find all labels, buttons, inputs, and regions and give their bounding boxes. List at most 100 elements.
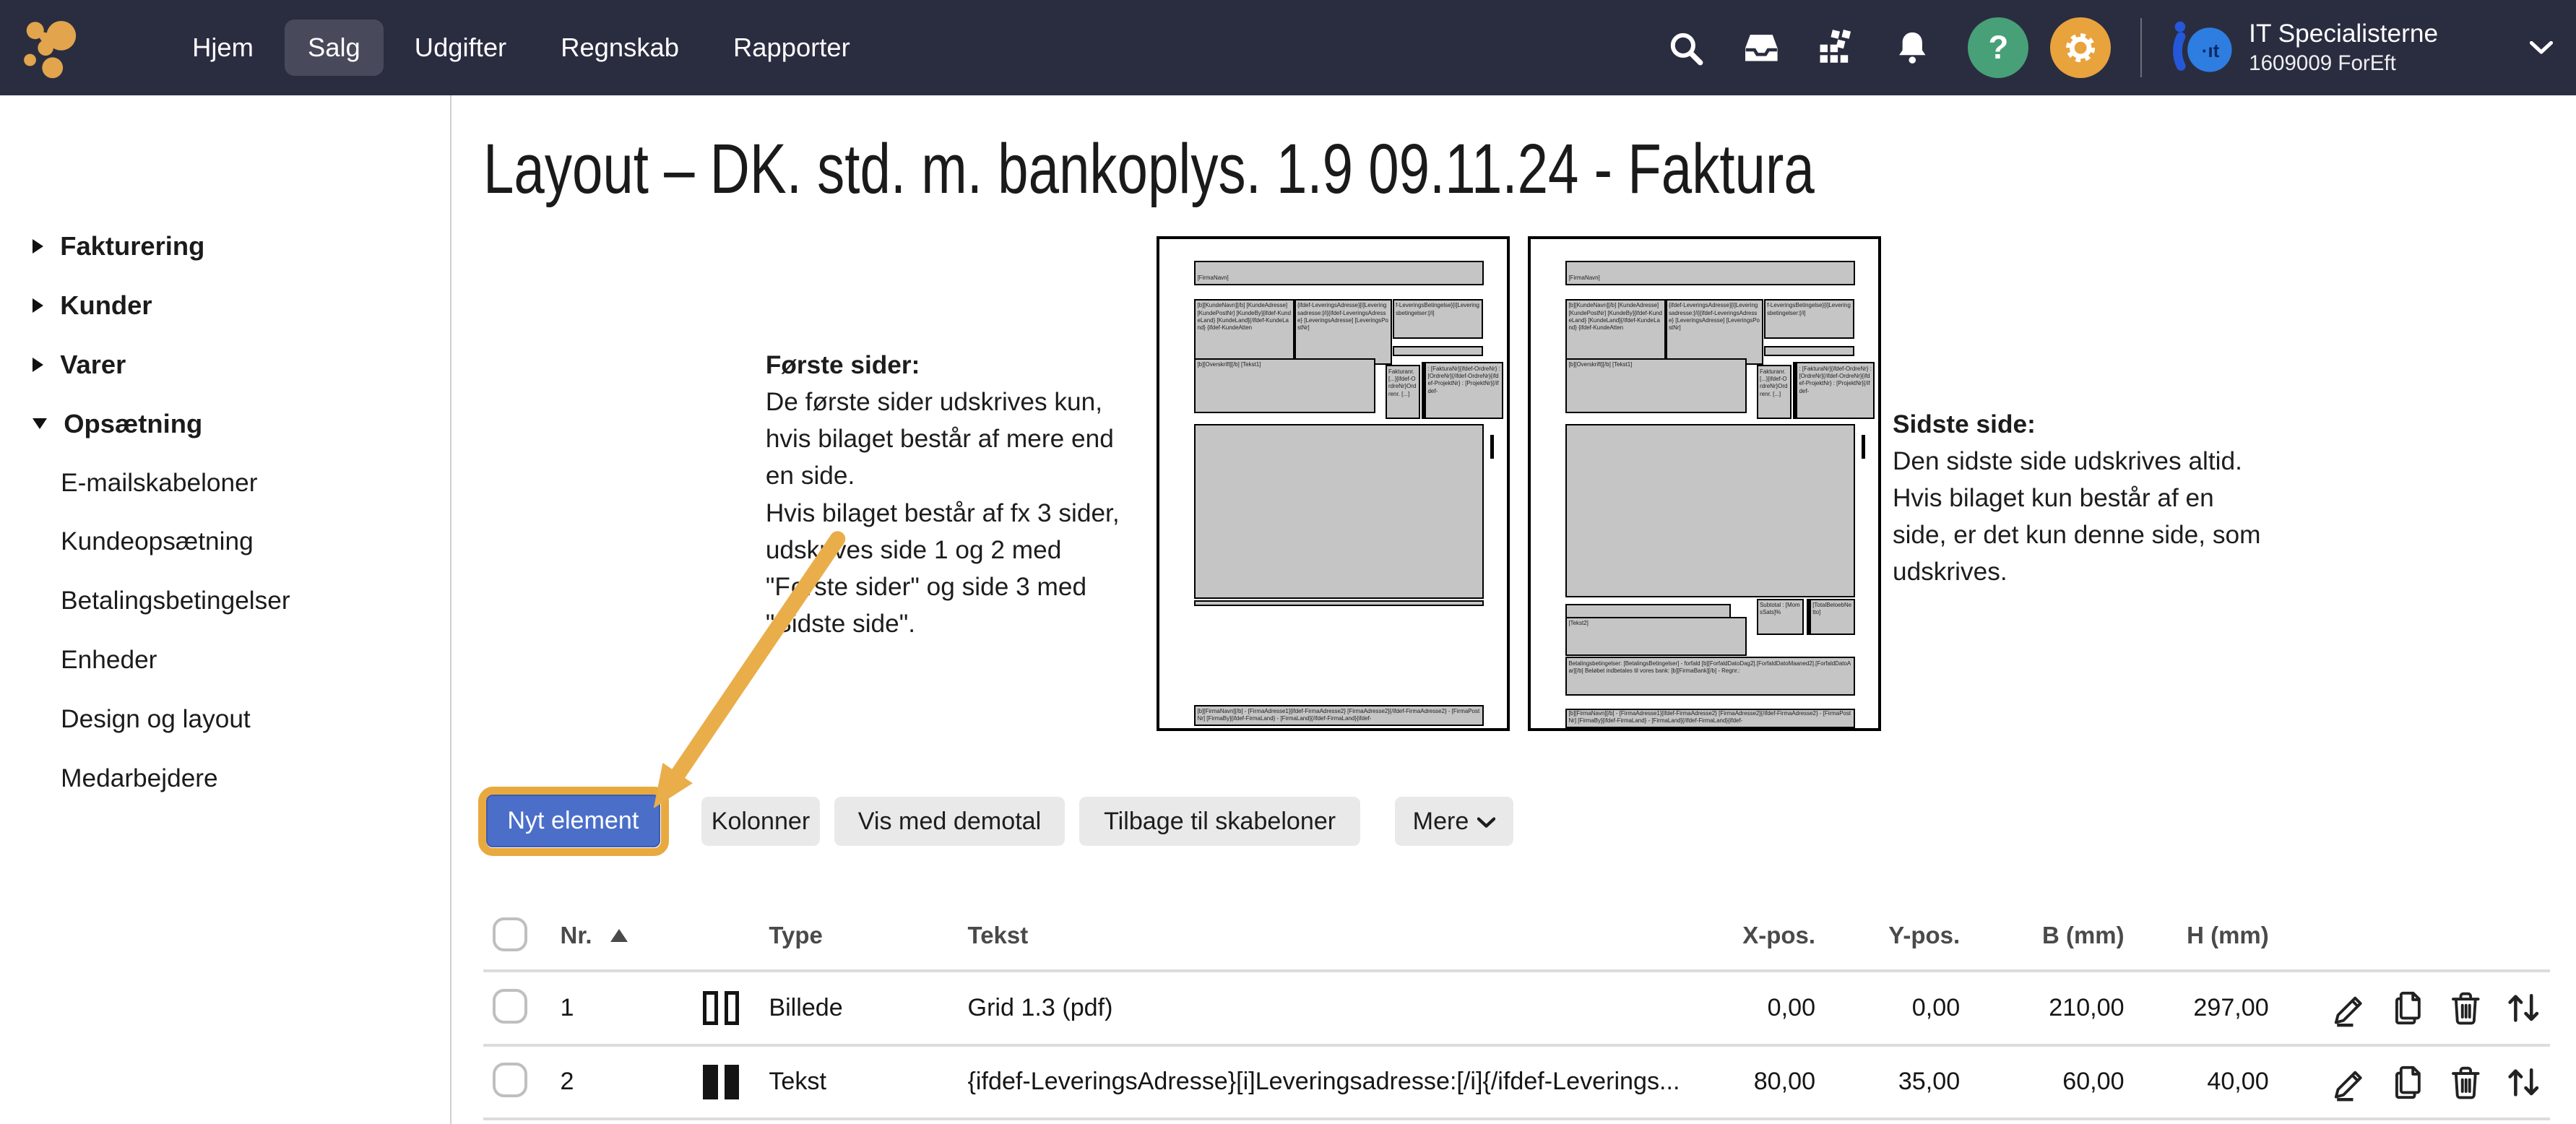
account-agreement-number: 1609009 ForEft [2249, 51, 2438, 76]
account-menu[interactable]: ·ıt IT Specialisterne 1609009 ForEft [2169, 14, 2554, 80]
edit-button[interactable] [2331, 988, 2371, 1028]
preview-mark [1490, 435, 1494, 458]
cell-xpos: 0,00 [1700, 994, 1815, 1022]
row-checkbox[interactable] [493, 1063, 527, 1097]
layout-elements-table: Nr. Type Tekst X-pos. Y-pos. B (mm) H (m… [483, 902, 2550, 1120]
move-up-down-button[interactable] [2504, 988, 2543, 1028]
first-pages-thumbnail: [FirmaNavn] [b][KundeNavn][/b] [KundeAdre… [1157, 236, 1510, 731]
nyt-element-button[interactable]: Nyt element [486, 795, 660, 847]
sidebar-section-label: Varer [60, 350, 126, 380]
note-line: De første sider udskrives kun, [766, 384, 1137, 420]
preview-box-text: [b][FirmaNavn][/b] - [FirmaAdresse1]{ifd… [1196, 706, 1482, 724]
note-line: "Første sider" og side 3 med [766, 569, 1137, 605]
preview-box-text: {ifdef-LeveringsAdresse}[i]Leveringsadre… [1667, 301, 1762, 334]
preview-layout-box: [FirmaNavn] [1194, 261, 1484, 285]
main-navigation: Hjem Salg Udgifter Regnskab Rapporter [169, 20, 873, 76]
sidebar-section-opsaetning[interactable]: Opsætning [0, 394, 450, 454]
preview-layout-box [1565, 604, 1730, 618]
sidebar-section-kunder[interactable]: Kunder [0, 276, 450, 335]
top-navbar: Hjem Salg Udgifter Regnskab Rapporter [0, 0, 2576, 95]
column-header-b-mm[interactable]: B (mm) [1960, 922, 2124, 949]
preview-layout-box: [FirmaNavn] [1565, 261, 1855, 285]
mere-label: Mere [1413, 808, 1469, 836]
annotation-highlight-box: Nyt element [478, 787, 669, 856]
sidebar-item-medarbejdere[interactable]: Medarbejdere [0, 749, 450, 808]
preview-box-text: : [FakturaNr]{ifdef-OrdreNr} : [OrdreNr]… [1426, 363, 1502, 397]
preview-layout-box: [TotalBeloebNetto] [1807, 599, 1855, 636]
nav-item-udgifter[interactable]: Udgifter [392, 20, 530, 76]
move-up-down-button[interactable] [2504, 1063, 2543, 1102]
mere-dropdown-button[interactable]: Mere [1395, 797, 1513, 846]
last-page-note: Sidste side: Den sidste side udskrives a… [1893, 406, 2281, 591]
apps-grid-icon [1817, 28, 1857, 68]
search-button[interactable] [1666, 28, 1706, 68]
preview-layout-box: Fakturanr. [...]{ifdef-OrdreNr}Ordrenr. … [1386, 365, 1420, 419]
copy-button[interactable] [2389, 1063, 2429, 1102]
sidebar-item-kundeopsaetning[interactable]: Kundeopsætning [0, 513, 450, 572]
preview-layout-box: [b][KundeNavn][/b] [KundeAdresse] [Kunde… [1565, 299, 1666, 363]
sidebar-item-betalingsbetingelser[interactable]: Betalingsbetingelser [0, 571, 450, 631]
first-pages-note: Første sider: De første sider udskrives … [766, 347, 1137, 642]
economic-logo[interactable] [20, 13, 82, 82]
preview-layout-box [1764, 346, 1854, 356]
account-company-name: IT Specialisterne [2249, 20, 2438, 48]
sidebar: Fakturering Kunder Varer Opsætning E-mai… [0, 95, 451, 1124]
help-button[interactable]: ? [1968, 17, 2028, 78]
tilbage-til-skabeloner-button[interactable]: Tilbage til skabeloner [1079, 797, 1360, 846]
column-header-nr[interactable]: Nr. [561, 922, 704, 949]
preview-layout-box: {ifdef-LeveringsAdresse}[i]Leveringsadre… [1295, 299, 1392, 365]
cell-b-mm: 60,00 [1960, 1068, 2124, 1096]
cell-h-mm: 40,00 [2125, 1068, 2269, 1096]
bell-icon [1893, 28, 1932, 68]
navbar-divider [2140, 18, 2142, 77]
vis-med-demotal-button[interactable]: Vis med demotal [834, 797, 1064, 846]
sidebar-item-enheder[interactable]: Enheder [0, 631, 450, 690]
notifications-button[interactable] [1893, 28, 1932, 68]
table-row: 1 Billede Grid 1.3 (pdf) 0,00 0,00 210,0… [483, 972, 2550, 1046]
preview-box-text: Betalingsbetingelser: [BetalingsBetingel… [1567, 658, 1854, 676]
sidebar-section-varer[interactable]: Varer [0, 335, 450, 394]
note-line: Hvis bilaget kun består af en [1893, 480, 2281, 516]
image-element-icon [703, 991, 769, 1026]
delete-button[interactable] [2446, 1063, 2486, 1102]
nav-item-salg[interactable]: Salg [285, 20, 383, 76]
column-header-xpos[interactable]: X-pos. [1700, 922, 1815, 949]
column-header-h-mm[interactable]: H (mm) [2125, 922, 2269, 949]
nav-item-hjem[interactable]: Hjem [169, 20, 277, 76]
preview-box-text: Fakturanr. [...]{ifdef-OrdreNr}Ordrenr. … [1387, 366, 1419, 399]
column-header-ypos[interactable]: Y-pos. [1815, 922, 1960, 949]
sidebar-item-design-og-layout[interactable]: Design og layout [0, 690, 450, 749]
preview-box-text: [b][Overskrift][/b] [Tekst1] [1567, 360, 1633, 371]
sidebar-section-fakturering[interactable]: Fakturering [0, 217, 450, 276]
settings-button[interactable] [2050, 17, 2111, 78]
cell-tekst: {ifdef-LeveringsAdresse}[i]Leveringsadre… [968, 1068, 1700, 1096]
chevron-down-icon [1477, 817, 1495, 829]
preview-layout-box: Fakturanr. [...]{ifdef-OrdreNr}Ordrenr. … [1757, 365, 1791, 419]
preview-layout-box: [b][KundeNavn][/b] [KundeAdresse] [Kunde… [1194, 299, 1295, 363]
copy-button[interactable] [2389, 988, 2429, 1028]
column-header-tekst[interactable]: Tekst [968, 922, 1700, 949]
company-avatar: ·ıt [2169, 14, 2234, 80]
inbox-button[interactable] [1742, 28, 1781, 68]
nav-item-rapporter[interactable]: Rapporter [710, 20, 873, 76]
row-actions [2269, 988, 2550, 1028]
delete-button[interactable] [2446, 988, 2486, 1028]
edit-button[interactable] [2331, 1063, 2371, 1102]
apps-grid-button[interactable] [1817, 28, 1857, 68]
select-all-checkbox[interactable] [493, 917, 527, 952]
chevron-right-icon [33, 239, 43, 254]
row-checkbox[interactable] [493, 989, 527, 1024]
note-line: Hvis bilaget består af fx 3 sider, [766, 495, 1137, 532]
preview-layout-box: f-LeveringsBetingelse}[i]Leveringsbeting… [1764, 299, 1854, 339]
note-line: udskrives. [1893, 553, 2281, 590]
kolonner-button[interactable]: Kolonner [701, 797, 820, 846]
sidebar-item-emailskabeloner[interactable]: E-mailskabeloner [0, 454, 450, 513]
inbox-icon [1742, 28, 1781, 68]
preview-layout-box [1565, 424, 1855, 597]
table-row: 2 Tekst {ifdef-LeveringsAdresse}[i]Lever… [483, 1047, 2550, 1120]
preview-layout-box: [Tekst2] [1565, 617, 1747, 656]
nav-item-regnskab[interactable]: Regnskab [537, 20, 701, 76]
column-header-type[interactable]: Type [769, 922, 967, 949]
preview-layout-box: [b][FirmaNavn][/b] - [FirmaAdresse1]{ifd… [1565, 709, 1855, 728]
cell-b-mm: 210,00 [1960, 994, 2124, 1022]
